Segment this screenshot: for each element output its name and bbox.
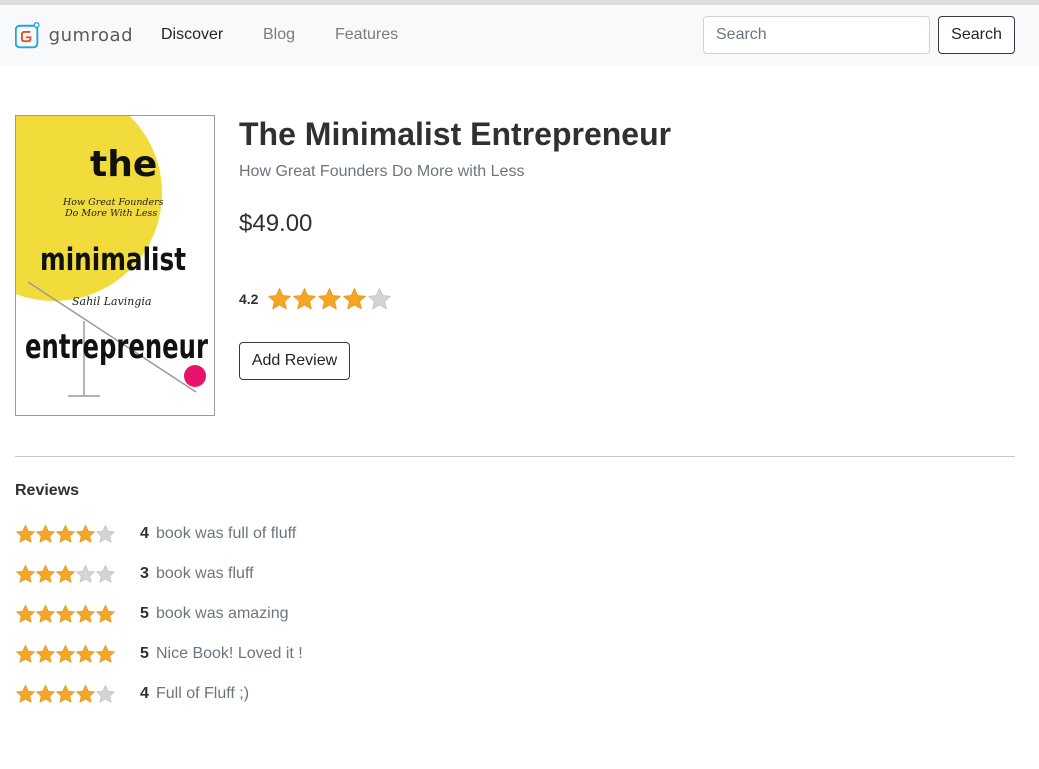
star-filled-icon: [16, 644, 35, 663]
star-filled-icon: [36, 604, 55, 623]
brand-logo[interactable]: gumroad: [15, 17, 133, 53]
nav-blog[interactable]: Blog: [263, 26, 295, 44]
star-filled-icon: [36, 524, 55, 543]
cover-title-the: the: [90, 144, 157, 185]
cover-author: Sahil Lavingia: [72, 295, 152, 308]
review-text: book was full of fluff: [156, 525, 297, 542]
review-text: Nice Book! Loved it !: [156, 645, 303, 662]
star-filled-icon: [318, 287, 342, 309]
star-filled-icon: [76, 684, 95, 703]
review-item: 4 Full of Fluff ;): [15, 674, 303, 714]
review-list: 4 book was full of fluff 3 book was fluf…: [15, 514, 303, 714]
average-rating-value: 4.2: [239, 291, 259, 307]
nav-discover[interactable]: Discover: [161, 26, 223, 44]
review-rating: 4: [140, 685, 149, 702]
review-text: book was fluff: [156, 565, 254, 582]
star-filled-icon: [76, 524, 95, 543]
review-stars: [15, 564, 140, 585]
review-rating: 5: [140, 645, 149, 662]
review-item: 3 book was fluff: [15, 554, 303, 594]
star-empty-icon: [368, 287, 392, 309]
star-empty-icon: [76, 564, 95, 583]
review-item: 4 book was full of fluff: [15, 514, 303, 554]
star-filled-icon: [16, 524, 35, 543]
average-rating: 4.2: [239, 285, 392, 313]
review-stars: [15, 604, 140, 625]
review-text: Full of Fluff ;): [156, 685, 250, 702]
review-stars: [15, 524, 140, 545]
search-button[interactable]: Search: [938, 16, 1015, 54]
star-filled-icon: [96, 644, 115, 663]
star-filled-icon: [96, 604, 115, 623]
review-stars: [15, 684, 140, 705]
product-title: The Minimalist Entrepreneur: [239, 116, 672, 152]
star-filled-icon: [36, 644, 55, 663]
review-item: 5 Nice Book! Loved it !: [15, 634, 303, 674]
cover-title-minimalist: minimalist: [40, 242, 186, 278]
gumroad-logo-icon: [15, 21, 40, 49]
review-stars: [15, 644, 140, 665]
review-rating: 3: [140, 565, 149, 582]
star-filled-icon: [76, 604, 95, 623]
star-filled-icon: [343, 287, 367, 309]
product-price: $49.00: [239, 210, 313, 237]
review-rating: 4: [140, 525, 149, 542]
reviews-heading: Reviews: [15, 482, 80, 499]
cover-title-entrepreneur: entrepreneur: [25, 327, 208, 367]
cover-tagline-2: Do More With Less: [64, 208, 157, 219]
nav-features[interactable]: Features: [335, 26, 398, 44]
review-rating: 5: [140, 605, 149, 622]
star-empty-icon: [96, 564, 115, 583]
average-rating-stars: [267, 287, 392, 312]
star-filled-icon: [56, 684, 75, 703]
star-filled-icon: [56, 524, 75, 543]
product-subtitle: How Great Founders Do More with Less: [239, 163, 525, 180]
star-filled-icon: [268, 287, 292, 309]
star-filled-icon: [16, 564, 35, 583]
navbar: gumroad Discover Blog Features Search: [0, 5, 1039, 65]
review-text: book was amazing: [156, 605, 289, 622]
star-filled-icon: [16, 604, 35, 623]
brand-name: gumroad: [48, 24, 133, 46]
star-filled-icon: [56, 604, 75, 623]
star-filled-icon: [293, 287, 317, 309]
cover-pink-dot: [184, 365, 206, 387]
star-filled-icon: [36, 684, 55, 703]
section-divider: [15, 456, 1015, 457]
review-item: 5 book was amazing: [15, 594, 303, 634]
search-input[interactable]: [703, 16, 930, 54]
star-filled-icon: [56, 564, 75, 583]
star-filled-icon: [16, 684, 35, 703]
star-empty-icon: [96, 524, 115, 543]
star-filled-icon: [56, 644, 75, 663]
star-filled-icon: [36, 564, 55, 583]
cover-tagline-1: How Great Founders: [62, 197, 164, 208]
star-filled-icon: [76, 644, 95, 663]
star-empty-icon: [96, 684, 115, 703]
product-cover-image: the How Great Founders Do More With Less…: [15, 115, 215, 416]
add-review-button[interactable]: Add Review: [239, 342, 350, 380]
